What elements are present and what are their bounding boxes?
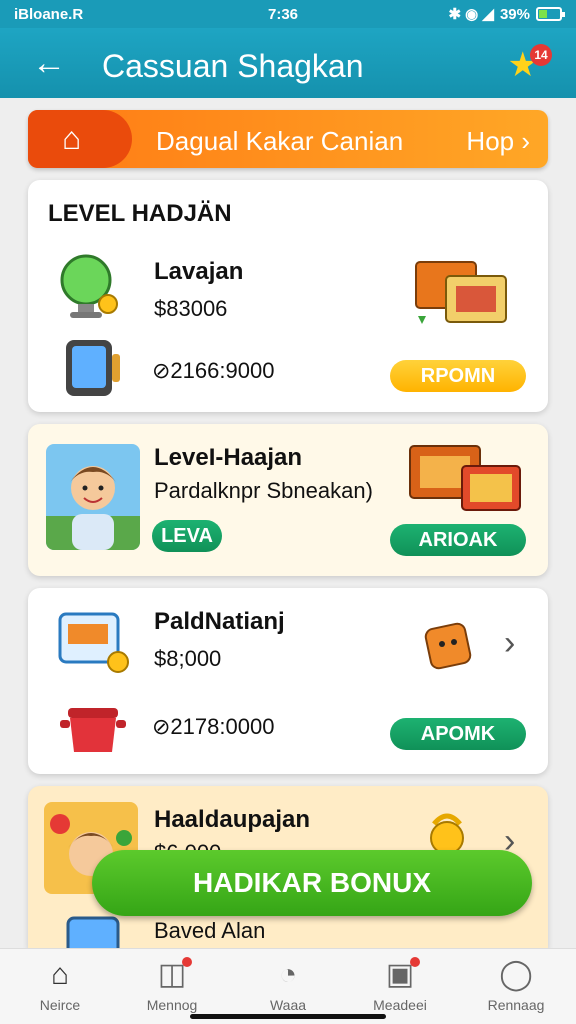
orange-box-icon — [420, 616, 480, 676]
card-title: LeveI-Haajan — [154, 444, 303, 471]
nav-label: Meadeei — [373, 997, 427, 1013]
page-title: Cassuan Shagkan — [102, 48, 364, 84]
tablet-icon — [58, 336, 126, 400]
item1-title: Lavajan — [154, 258, 244, 285]
home-tab[interactable]: ⌂ — [28, 110, 132, 168]
profile-icon: ◯ — [499, 958, 533, 991]
battery-percent: 39% — [499, 5, 530, 23]
nav-profile[interactable]: ◯ Rennaag — [466, 957, 566, 1013]
card-subtitle: Pardalknpr Sbneakan) — [154, 478, 373, 503]
notification-dot — [182, 957, 193, 967]
nav-label: Mennog — [146, 997, 198, 1013]
nav-label: Neirce — [39, 997, 81, 1013]
bottom-nav: ⌂ Neirce ◫ Mennog ◔ Waaa ▣ Meadeei ◯ Ren… — [0, 948, 576, 1024]
status-bar: iBloane.R 7:36 ✱ ◉ ◢ 39% — [0, 0, 576, 28]
card-value: ⊘2178:0000 — [152, 714, 275, 739]
wheel-icon: ◔ — [278, 958, 298, 991]
action-button[interactable]: APOMK — [390, 718, 526, 750]
level-card-3: PaldNatianj $8;000 › ⊘2178:0000 APOMK — [28, 588, 548, 774]
tickets-icon — [406, 438, 526, 516]
gift-icon: ◫ — [158, 957, 193, 993]
device-icon — [64, 914, 126, 948]
card-price: $8;000 — [154, 646, 222, 671]
app-bar: ← Cassuan Shagkan ★ 14 — [0, 28, 576, 98]
inbox-icon: ▣ — [386, 957, 421, 993]
card-title: Haaldaupajan — [154, 806, 311, 833]
avatar-image — [46, 444, 140, 550]
nav-inbox[interactable]: ▣ Meadeei — [350, 957, 450, 1013]
nav-label: Waaa — [269, 997, 307, 1013]
notification-badge: 14 — [530, 44, 552, 66]
level-card-1: LEVEL HADJÄN Lavajan $83006 ⊘2166:9000 R… — [28, 180, 548, 412]
screen-device-icon — [56, 610, 132, 676]
level-card-2: LeveI-Haajan Pardalknpr Sbneakan) LEVA A… — [28, 424, 548, 576]
nav-gifts[interactable]: ◫ Mennog — [122, 957, 222, 1013]
battery-icon — [536, 7, 565, 21]
card-header: LEVEL HADJÄN — [48, 200, 232, 227]
card-second-title: Baved Alan — [154, 918, 266, 943]
level-tag: LEVA — [152, 520, 222, 552]
promo-banner[interactable]: ⌂ Dagual Kakar Canian Hop › — [28, 110, 548, 168]
home-icon: ⌂ — [62, 120, 82, 156]
system-icons: ✱ ◉ ◢ — [448, 6, 494, 23]
home-indicator — [190, 1014, 386, 1019]
carrier-label: iBloane.R — [14, 6, 84, 23]
pot-icon — [58, 700, 128, 756]
promo-text: Dagual Kakar Canian — [156, 126, 404, 156]
tickets-icon — [412, 252, 512, 330]
item1-price: $83006 — [154, 296, 228, 321]
chevron-right-icon[interactable]: › — [504, 624, 515, 663]
notification-dot — [410, 957, 421, 967]
nav-home[interactable]: ⌂ Neirce — [10, 957, 110, 1013]
clock: 7:36 — [268, 6, 299, 23]
item2-value: ⊘2166:9000 — [152, 358, 275, 383]
promo-more-link[interactable]: Hop › — [466, 126, 530, 157]
card-title: PaldNatianj — [154, 608, 285, 635]
nav-label: Rennaag — [487, 997, 545, 1013]
kettlebell-icon — [422, 808, 472, 856]
battery-fill — [539, 10, 547, 18]
claim-button[interactable]: RPOMN — [390, 360, 526, 392]
nav-wheel[interactable]: ◔ Waaa — [238, 957, 338, 1013]
back-arrow-icon[interactable]: ← — [32, 46, 66, 80]
globe-trophy-icon — [52, 250, 128, 326]
action-button[interactable]: ARIOAK — [390, 524, 526, 556]
home-icon: ⌂ — [50, 958, 70, 991]
bonus-button[interactable]: HADIKAR BONUX — [92, 850, 532, 916]
status-icons: ✱ ◉ ◢ 39% — [448, 5, 565, 23]
